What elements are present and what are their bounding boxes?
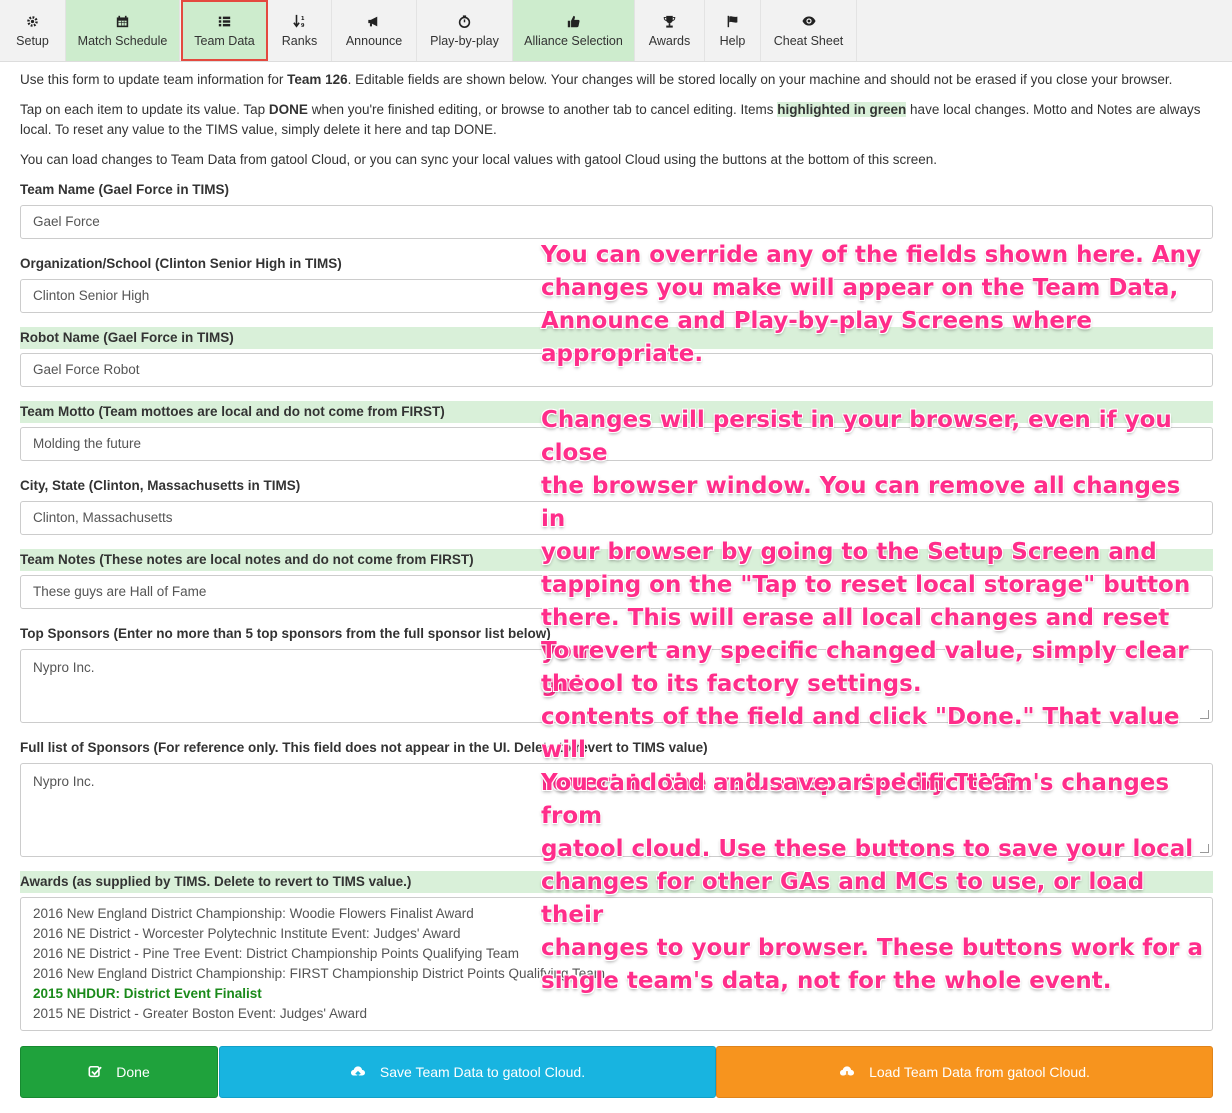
award-line: 2015 NE District - Greater Boston Event:… (33, 1006, 367, 1021)
tab-label: Announce (345, 34, 403, 48)
tab-label: Team Data (194, 34, 255, 48)
tab-announce[interactable]: Announce (332, 0, 417, 61)
tab-label: Match Schedule (77, 34, 168, 48)
save-label: Save Team Data to gatool Cloud. (379, 1064, 586, 1080)
done-keyword: DONE (268, 102, 308, 117)
bullhorn-icon (367, 13, 381, 29)
intro-paragraph-2: Tap on each item to update its value. Ta… (20, 100, 1215, 140)
tab-match-schedule[interactable]: Match Schedule (66, 0, 180, 61)
svg-text:1: 1 (300, 16, 304, 22)
done-label: Done (116, 1064, 150, 1080)
intro-text: Tap on each item to update its value. Ta… (20, 102, 269, 117)
flag-icon (726, 13, 739, 29)
team-name-label: Team Name (Gael Force in TIMS) (20, 182, 230, 197)
team-number: Team 126 (287, 72, 348, 87)
tab-awards[interactable]: Awards (635, 0, 705, 61)
stopwatch-icon (458, 13, 471, 29)
trophy-icon (663, 13, 676, 29)
tab-alliance-selection[interactable]: Alliance Selection (513, 0, 635, 61)
tab-label: Alliance Selection (524, 34, 623, 48)
green-highlight-sample: highlighted in green (777, 102, 907, 117)
save-to-cloud-button[interactable]: Save Team Data to gatool Cloud. (219, 1046, 716, 1098)
eye-icon (801, 13, 816, 29)
intro-text: Use this form to update team information… (20, 72, 288, 87)
annotation-override: You can override any of the fields shown… (541, 242, 1201, 367)
full-sponsors-value: Nypro Inc. (33, 774, 95, 789)
tab-label: Help (719, 34, 746, 48)
load-label: Load Team Data from gatool Cloud. (869, 1064, 1090, 1080)
tab-ranks[interactable]: 19 Ranks (268, 0, 332, 61)
annotation-cloud: You can load and save a specific team's … (541, 770, 1203, 994)
top-sponsors-value: Nypro Inc. (33, 660, 95, 675)
tab-play-by-play[interactable]: Play-by-play (417, 0, 513, 61)
tab-label: Cheat Sheet (773, 34, 844, 48)
load-from-cloud-button[interactable]: Load Team Data from gatool Cloud. (716, 1046, 1213, 1098)
tab-label: Ranks (281, 34, 318, 48)
cloud-upload-icon (350, 1065, 366, 1079)
sort-icon: 19 (292, 13, 307, 29)
tab-help[interactable]: Help (705, 0, 761, 61)
intro-text: when you're finished editing, or browse … (307, 102, 778, 117)
done-button[interactable]: Done (20, 1046, 218, 1098)
intro-text: . Editable fields are shown below. Your … (347, 72, 1173, 87)
tab-team-data[interactable]: Team Data (181, 0, 268, 61)
tab-setup[interactable]: Setup (0, 0, 66, 61)
calendar-icon (116, 13, 129, 29)
gear-icon (26, 13, 39, 29)
tab-label: Play-by-play (430, 34, 499, 48)
intro-paragraph-3: You can load changes to Team Data from g… (20, 152, 938, 167)
tab-bar: Setup Match Schedule Team Data 19 Ranks … (0, 0, 1232, 62)
team-name-field[interactable]: Gael Force (20, 205, 1213, 239)
tab-label: Awards (648, 34, 691, 48)
check-square-icon (88, 1065, 103, 1079)
tab-cheat-sheet[interactable]: Cheat Sheet (761, 0, 857, 61)
thumbs-up-icon (567, 13, 580, 29)
svg-text:9: 9 (300, 23, 304, 28)
list-icon (218, 13, 231, 29)
tab-label: Setup (16, 34, 49, 48)
intro-paragraph-1: Use this form to update team information… (20, 70, 1215, 90)
cloud-download-icon (839, 1065, 855, 1079)
